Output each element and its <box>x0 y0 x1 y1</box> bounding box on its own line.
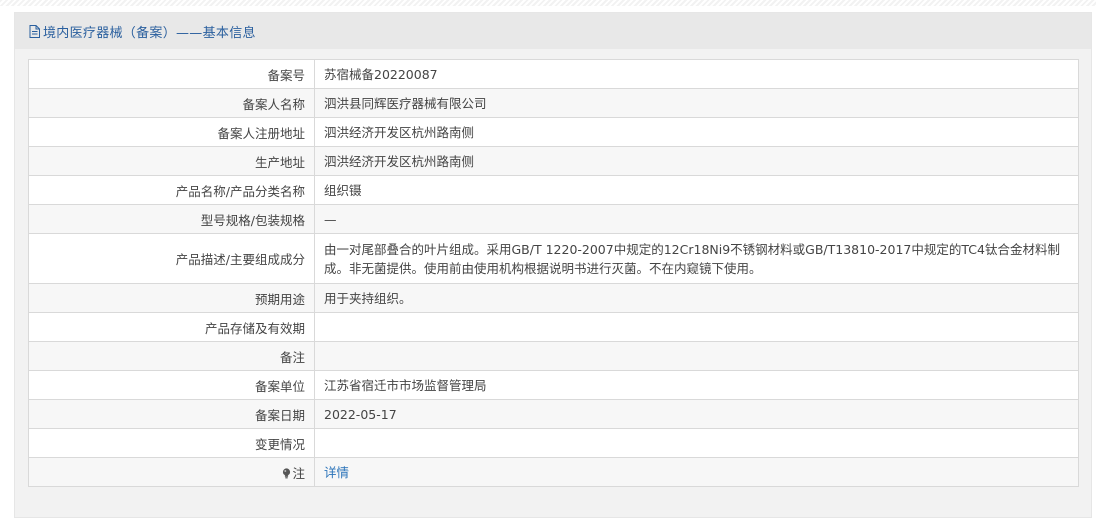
row-label-intended-use: 预期用途 <box>28 283 315 313</box>
row-value-storage-validity <box>314 312 1079 342</box>
details-link[interactable]: 详情 <box>324 465 349 480</box>
row-value-product-description: 由一对尾部叠合的叶片组成。采用GB/T 1220-2007中规定的12Cr18N… <box>314 233 1079 284</box>
row-label-product-description: 产品描述/主要组成成分 <box>28 233 315 284</box>
row-value-filing-date: 2022-05-17 <box>314 399 1079 429</box>
row-label-production-address: 生产地址 <box>28 146 315 176</box>
row-label-filing-date: 备案日期 <box>28 399 315 429</box>
row-label-note: 注 <box>28 457 315 487</box>
row-label-storage-validity: 产品存储及有效期 <box>28 312 315 342</box>
row-value-remarks <box>314 341 1079 371</box>
row-value-filer-name: 泗洪县同辉医疗器械有限公司 <box>314 88 1079 118</box>
table-row: 备注 <box>28 341 1079 371</box>
row-label-filer-name: 备案人名称 <box>28 88 315 118</box>
row-value-change-status <box>314 428 1079 458</box>
table-row: 备案日期 2022-05-17 <box>28 399 1079 429</box>
row-label-product-name: 产品名称/产品分类名称 <box>28 175 315 205</box>
table-row: 型号规格/包装规格 — <box>28 204 1079 234</box>
info-table: 备案号 苏宿械备20220087 备案人名称 泗洪县同辉医疗器械有限公司 备案人… <box>28 59 1079 487</box>
row-label-model-spec: 型号规格/包装规格 <box>28 204 315 234</box>
top-decorative-stripe <box>0 0 1096 6</box>
table-row: 预期用途 用于夹持组织。 <box>28 283 1079 313</box>
table-row: 产品存储及有效期 <box>28 312 1079 342</box>
row-label-filing-unit: 备案单位 <box>28 370 315 400</box>
table-row: 产品描述/主要组成成分 由一对尾部叠合的叶片组成。采用GB/T 1220-200… <box>28 233 1079 284</box>
panel-title: 境内医疗器械（备案）——基本信息 <box>43 25 256 41</box>
panel-title-bar: 境内医疗器械（备案）——基本信息 <box>15 13 1091 49</box>
row-value-production-address: 泗洪经济开发区杭州路南侧 <box>314 146 1079 176</box>
row-value-intended-use: 用于夹持组织。 <box>314 283 1079 313</box>
table-row: 变更情况 <box>28 428 1079 458</box>
table-row: 注 详情 <box>28 457 1079 487</box>
row-value-note: 详情 <box>314 457 1079 487</box>
table-row: 备案人注册地址 泗洪经济开发区杭州路南侧 <box>28 117 1079 147</box>
row-value-product-name: 组织镊 <box>314 175 1079 205</box>
lightbulb-icon <box>283 467 291 478</box>
basic-info-panel: 境内医疗器械（备案）——基本信息 备案号 苏宿械备20220087 备案人名称 … <box>14 12 1092 518</box>
row-label-record-number: 备案号 <box>28 59 315 89</box>
document-icon <box>29 24 40 38</box>
row-value-filing-unit: 江苏省宿迁市市场监督管理局 <box>314 370 1079 400</box>
note-label-text: 注 <box>292 465 305 481</box>
row-label-change-status: 变更情况 <box>28 428 315 458</box>
row-value-record-number: 苏宿械备20220087 <box>314 59 1079 89</box>
table-row: 备案单位 江苏省宿迁市市场监督管理局 <box>28 370 1079 400</box>
table-row: 生产地址 泗洪经济开发区杭州路南侧 <box>28 146 1079 176</box>
row-label-filer-address: 备案人注册地址 <box>28 117 315 147</box>
row-value-model-spec: — <box>314 204 1079 234</box>
table-row: 产品名称/产品分类名称 组织镊 <box>28 175 1079 205</box>
row-value-filer-address: 泗洪经济开发区杭州路南侧 <box>314 117 1079 147</box>
table-row: 备案人名称 泗洪县同辉医疗器械有限公司 <box>28 88 1079 118</box>
table-row: 备案号 苏宿械备20220087 <box>28 59 1079 89</box>
row-label-remarks: 备注 <box>28 341 315 371</box>
